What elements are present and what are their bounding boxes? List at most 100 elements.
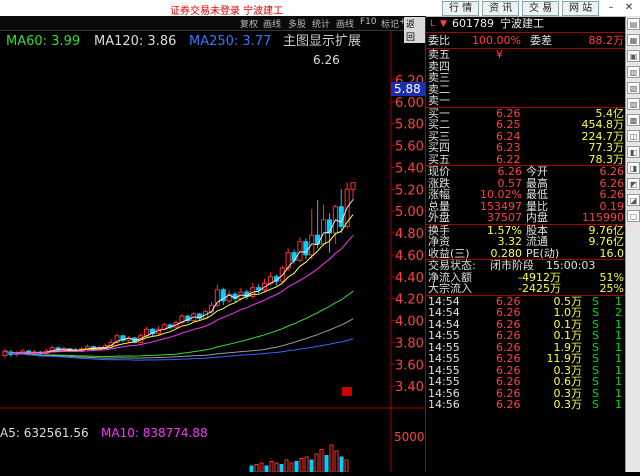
tick-v: 0.3万	[553, 398, 583, 411]
price-tick-label: 4.80	[395, 227, 424, 242]
tick-d: S	[592, 352, 599, 365]
price-tick-label: 3.60	[395, 358, 424, 373]
candle-body	[320, 219, 327, 245]
ma60-label: MA60: 3.99	[6, 34, 80, 49]
volume-bar	[264, 465, 269, 473]
news-button[interactable]: 资 讯	[482, 1, 520, 16]
volume-bar	[294, 461, 299, 473]
tool-icon-3[interactable]: ▣	[627, 50, 640, 62]
ask-row: 卖五 ¥	[426, 49, 626, 61]
mark-button[interactable]: 标记	[381, 17, 399, 30]
quote-row: 涨幅 10.02% 最低 6.26	[426, 189, 626, 201]
stock-header: L ▼ 601789 宁波建工	[426, 16, 626, 33]
weibi-label: 委比	[428, 34, 450, 47]
bid-price: 6.23	[496, 141, 521, 154]
fund-row: 收益(三) 0.280 PE(动) 16.0	[426, 246, 626, 260]
candle-body	[338, 206, 344, 227]
ma5-line	[4, 199, 354, 354]
trade-status-row: 交易状态: 闭市阶段 15:00:03	[426, 260, 626, 272]
zoom-out-button[interactable]: -	[392, 17, 395, 27]
candle-body	[303, 241, 309, 256]
stock-flag: L	[430, 19, 436, 29]
bid-vol: 77.3万	[588, 141, 625, 154]
bid-row: 买五 6.22 78.3万	[426, 152, 626, 166]
price-tick-label: 4.40	[395, 271, 424, 286]
volume-bar	[249, 465, 254, 473]
tool-icon-4[interactable]: ▥	[627, 66, 640, 78]
limit-up-marker	[342, 387, 352, 396]
quote-v2: 115990	[582, 211, 624, 224]
drawing-button[interactable]: 画线	[336, 17, 354, 30]
price-tick-label: 4.60	[395, 249, 424, 264]
quote-l2: 今开	[526, 165, 548, 178]
tool-icon-11[interactable]: ◩	[627, 178, 640, 190]
ask-label: 卖一	[428, 94, 450, 107]
ask-list: 卖五 ¥ 卖四 卖三 卖二 卖一	[426, 49, 626, 107]
volume-bar	[279, 464, 284, 473]
price-tag: 5.88	[394, 82, 421, 96]
tool-icon-9[interactable]: ◧	[627, 146, 640, 158]
tool-icon-10[interactable]: ◨	[627, 162, 640, 174]
minimize-icon[interactable]: –	[604, 1, 618, 14]
price-tick-label: 5.80	[395, 118, 424, 133]
statistics-button[interactable]: 统计	[312, 17, 330, 30]
tick-d: S	[592, 329, 599, 342]
tick-row: 14:56 6.26 0.3万 S 1	[426, 399, 626, 411]
close-icon[interactable]: ✕	[622, 1, 636, 14]
tool-icon-7[interactable]: ▩	[627, 114, 640, 126]
tick-t: 14:55	[428, 375, 460, 388]
kline-chart[interactable]: 6.20 6.00 5.80 5.60 5.40 5.20 5.00 4.80 4.60 4.40…	[0, 30, 425, 473]
tick-n: 1	[615, 352, 622, 365]
volume-bar	[304, 456, 309, 473]
candle-body	[297, 241, 303, 261]
fund-row: 净资 3.32 流通 9.76亿	[426, 236, 626, 248]
trade-button[interactable]: 交 易	[522, 1, 560, 16]
quote-l1: 现价	[428, 165, 450, 178]
tool-icon-2[interactable]: ▦	[627, 34, 640, 46]
fund-v2: 16.0	[599, 246, 625, 260]
tool-icon-5[interactable]: ▧	[627, 82, 640, 94]
restore-rights-button[interactable]: 复权	[240, 17, 258, 30]
f10-button[interactable]: F10	[360, 17, 377, 27]
tool-icon-1[interactable]: ▤	[627, 18, 640, 30]
quote-v1: 10.02%	[480, 188, 522, 201]
window-title: 证券交易未登录 宁波建工	[170, 6, 284, 17]
tool-icon-6[interactable]: ▨	[627, 98, 640, 110]
tick-list[interactable]: 14:54 6.26 0.5万 S 1 14:54 6.26 1.0万 S 2 14:54 6.26 0…	[426, 295, 626, 411]
website-button[interactable]: 网 站	[562, 1, 600, 16]
block-inflow-value: -2425万	[518, 282, 561, 295]
kline-svg[interactable]: 6.206.005.805.605.405.205.004.804.604.40…	[0, 30, 425, 473]
ask-price: ¥	[496, 48, 503, 61]
market-button[interactable]: 行 情	[442, 1, 480, 16]
ask-label: 卖五	[428, 48, 450, 61]
stock-menu-icon[interactable]: ▼	[440, 16, 447, 32]
price-tick-label: 6.00	[395, 96, 424, 111]
volume-bar	[319, 449, 324, 473]
weicha-value: 88.2万	[588, 34, 625, 47]
quote-l1: 涨幅	[428, 188, 450, 201]
volume-bar	[299, 458, 304, 473]
volume-bar	[259, 462, 264, 473]
tick-n: 1	[615, 375, 622, 388]
tick-n: 2	[615, 306, 622, 319]
tool-icon-12[interactable]: ◪	[627, 194, 640, 206]
tool-icon-13[interactable]: ▢	[627, 210, 640, 222]
tool-icon-8[interactable]: ◫	[627, 130, 640, 142]
volume-bar	[269, 461, 274, 473]
volume-axis-label: 5000	[394, 430, 425, 444]
fund-v1: 0.280	[490, 246, 523, 260]
volume-bar	[344, 459, 349, 473]
price-tick-label: 3.40	[395, 380, 424, 395]
high-price-label: 6.26	[313, 53, 340, 67]
candle-body	[309, 234, 315, 256]
tick-p: 6.26	[496, 306, 521, 319]
price-tick-label: 4.00	[395, 315, 424, 330]
stock-name: 宁波建工	[500, 17, 544, 30]
bid-label: 买二	[428, 118, 450, 131]
quote-row: 现价 6.26 今开 6.26	[426, 166, 626, 178]
side-toolbar[interactable]: ▤ ▦ ▣ ▥ ▧ ▨ ▩ ◫ ◧ ◨ ◩ ◪ ▢	[625, 16, 640, 472]
multi-stock-button[interactable]: 多股	[288, 17, 306, 30]
draw-line-button[interactable]: 画线	[263, 17, 281, 30]
ask-row: 卖三	[426, 72, 626, 84]
bid-label: 买五	[428, 152, 450, 166]
